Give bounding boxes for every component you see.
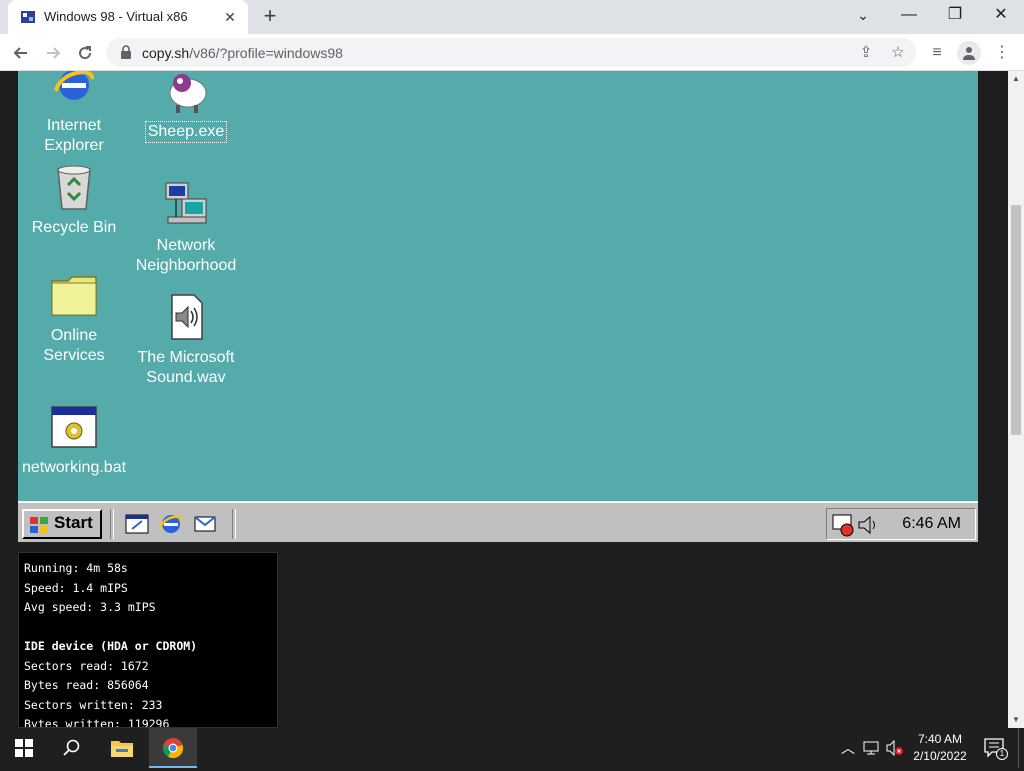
- tab-close-icon[interactable]: ✕: [220, 7, 240, 27]
- network-computers-icon: [165, 182, 207, 224]
- close-window-button[interactable]: ✕: [978, 0, 1024, 30]
- recycle-bin-icon: [57, 165, 91, 210]
- address-bar[interactable]: copy.sh/v86/?profile=windows98 ⇪ ☆: [106, 38, 916, 67]
- stat-speed: Speed: 1.4 mIPS: [24, 580, 128, 595]
- desktop-icon-recycle-bin[interactable]: Recycle Bin: [19, 163, 129, 238]
- volume-muted-tray-icon[interactable]: [884, 728, 906, 768]
- forward-button[interactable]: [40, 40, 66, 66]
- desktop-icon-label: Network Neighborhood: [135, 237, 237, 274]
- win98-clock[interactable]: 6:46 AM: [902, 515, 961, 533]
- taskbar-separator: [232, 509, 236, 539]
- win98-taskbar: Start 6:46 AM: [18, 501, 978, 542]
- desktop-icon-label: networking.bat: [21, 459, 127, 476]
- v86-favicon-icon: [21, 11, 35, 23]
- scroll-down-arrow-icon[interactable]: ▼: [1008, 712, 1024, 728]
- system-clock[interactable]: 7:40 AM 2/10/2022: [906, 731, 974, 765]
- desktop-icon-label: Recycle Bin: [31, 219, 117, 236]
- hidden-icons-chevron-icon[interactable]: ︿: [838, 728, 858, 768]
- profile-avatar-icon[interactable]: [957, 41, 981, 65]
- more-menu-icon[interactable]: ⋮: [990, 41, 1014, 65]
- windows10-logo-icon: [15, 739, 33, 757]
- scroll-thumb[interactable]: [1011, 205, 1021, 435]
- network-monitor-icon: [863, 741, 879, 755]
- start-label: Start: [54, 513, 93, 532]
- stat-avg-speed: Avg speed: 3.3 mIPS: [24, 600, 156, 614]
- stat-bytes-written: Bytes written: 119296: [24, 717, 170, 728]
- minimize-button[interactable]: —: [886, 0, 932, 30]
- windows-taskbar: ︿ 7:40 AM 2/10/2022 1: [0, 728, 1024, 768]
- browser-tab[interactable]: Windows 98 - Virtual x86 ✕: [8, 0, 248, 34]
- tab-search-icon[interactable]: ⌄: [840, 0, 886, 30]
- start-button[interactable]: Start: [22, 509, 102, 539]
- windows-logo-icon: [30, 517, 48, 533]
- browser-toolbar: copy.sh/v86/?profile=windows98 ⇪ ☆ ≡ ⋮: [0, 34, 1024, 71]
- forward-arrow-icon: [47, 47, 61, 59]
- stat-sectors-read: Sectors read: 1672: [24, 658, 149, 673]
- scheduler-tray-icon[interactable]: [831, 513, 855, 537]
- person-icon: [963, 47, 975, 60]
- url-text: copy.sh/v86/?profile=windows98: [142, 45, 343, 61]
- new-tab-button[interactable]: +: [258, 5, 282, 29]
- speaker-muted-icon: [886, 739, 903, 757]
- clock-time: 7:40 AM: [917, 732, 963, 746]
- file-explorer-taskbar-button[interactable]: [98, 728, 146, 768]
- batch-file-icon: [51, 406, 97, 448]
- system-tray: 6:46 AM: [826, 508, 976, 540]
- desktop-icon-label: Internet Explorer: [44, 117, 104, 154]
- url-host: copy.sh: [142, 45, 190, 61]
- emulator-stats-panel: Running: 4m 58s Speed: 1.4 mIPS Avg spee…: [18, 552, 278, 728]
- file-explorer-icon: [111, 741, 133, 757]
- desktop-icon-label: Sheep.exe: [144, 121, 228, 143]
- stat-ide-header: IDE device (HDA or CDROM): [24, 639, 198, 653]
- outlook-express-icon[interactable]: [192, 511, 218, 537]
- folder-icon: [51, 276, 97, 316]
- tab-title: Windows 98 - Virtual x86: [44, 9, 188, 24]
- url-path: /v86/?profile=windows98: [189, 45, 343, 61]
- stat-bytes-read: Bytes read: 856064: [24, 678, 149, 692]
- chrome-taskbar-button[interactable]: [149, 728, 197, 768]
- lock-icon[interactable]: [120, 45, 132, 59]
- search-icon: [63, 739, 80, 756]
- volume-tray-icon[interactable]: [855, 513, 879, 537]
- clock-date: 2/10/2022: [913, 749, 967, 763]
- internet-explorer-icon: [54, 71, 94, 100]
- page-scrollbar[interactable]: ▲ ▼: [1008, 71, 1024, 728]
- show-desktop-icon[interactable]: [124, 511, 150, 537]
- emulator-screen[interactable]: Internet Explorer Sheep.exe Recycle Bin: [18, 71, 978, 542]
- restore-button[interactable]: ❐: [932, 0, 978, 30]
- back-button[interactable]: [8, 40, 34, 66]
- share-icon[interactable]: ⇪: [856, 43, 876, 63]
- stat-sectors-written: Sectors written: 233: [24, 697, 163, 712]
- back-arrow-icon: [13, 47, 27, 59]
- stat-running: Running: 4m 58s: [24, 561, 128, 575]
- windows-start-button[interactable]: [0, 728, 48, 768]
- sheep-icon: [169, 74, 207, 113]
- desktop-icon-network-neighborhood[interactable]: Network Neighborhood: [131, 181, 241, 276]
- chrome-icon: [163, 738, 184, 759]
- taskbar-separator: [110, 509, 114, 539]
- desktop-icon-label: The Microsoft Sound.wav: [137, 349, 235, 386]
- desktop-icon-internet-explorer[interactable]: Internet Explorer: [19, 71, 129, 156]
- tab-strip: Windows 98 - Virtual x86 ✕ + ⌄ — ❐ ✕: [0, 0, 1024, 34]
- show-desktop-button[interactable]: [1018, 728, 1024, 768]
- stat-spacer: [24, 618, 272, 638]
- sound-file-icon: [171, 294, 203, 340]
- desktop-icon-microsoft-sound[interactable]: The Microsoft Sound.wav: [131, 293, 241, 388]
- desktop-icon-networking-bat[interactable]: networking.bat: [19, 403, 129, 478]
- desktop-icon-label: Online Services: [43, 327, 105, 364]
- reading-list-icon[interactable]: ≡: [925, 41, 949, 65]
- network-tray-icon[interactable]: [860, 728, 882, 768]
- reload-button[interactable]: [72, 40, 98, 66]
- desktop-icon-online-services[interactable]: Online Services: [19, 271, 129, 366]
- desktop-icon-sheep[interactable]: Sheep.exe: [131, 71, 241, 143]
- scroll-up-arrow-icon[interactable]: ▲: [1008, 71, 1024, 87]
- bookmark-star-icon[interactable]: ☆: [888, 43, 908, 63]
- action-center-button[interactable]: 1: [980, 728, 1010, 768]
- search-button[interactable]: [48, 728, 96, 768]
- reload-icon: [79, 46, 92, 60]
- internet-explorer-quicklaunch-icon[interactable]: [158, 511, 184, 537]
- notification-count: 1: [996, 748, 1008, 760]
